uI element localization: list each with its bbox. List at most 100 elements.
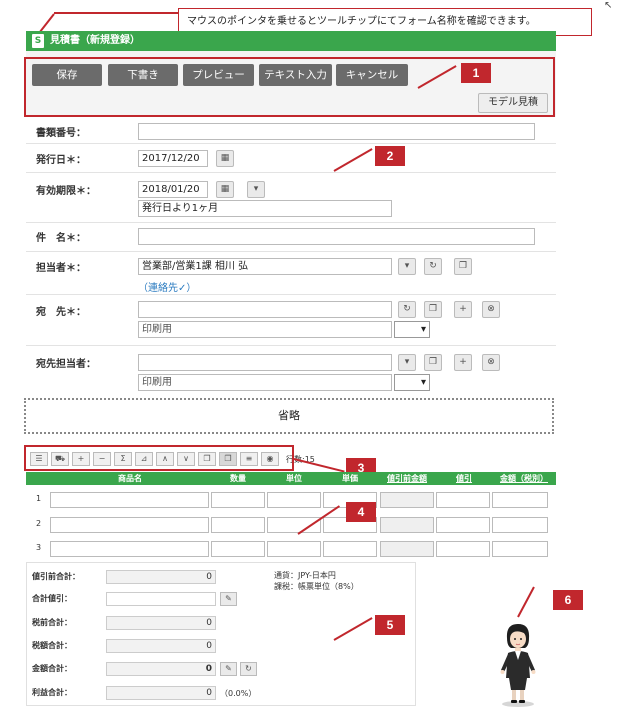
to-print-input[interactable]: 印刷用 <box>138 321 392 338</box>
discount-cell[interactable] <box>436 492 490 508</box>
omitted-label: 省略 <box>278 409 300 422</box>
expiry-note-input[interactable]: 発行日より1ヶ月 <box>138 200 392 217</box>
cursor-icon: ↖ <box>604 0 613 11</box>
window-title: 見積書（新規登録） <box>50 35 140 46</box>
marker-3-box <box>24 445 294 471</box>
omitted-section: 省略 <box>24 398 554 434</box>
subject-label: 件 名＊： <box>36 233 86 244</box>
amount-cell[interactable] <box>492 492 548 508</box>
unit-cell[interactable] <box>267 492 321 508</box>
row-divider <box>26 345 556 346</box>
unit-cell[interactable] <box>267 541 321 557</box>
pre-discount-cell <box>380 541 434 557</box>
qty-cell[interactable] <box>211 517 265 533</box>
row-divider <box>26 143 556 144</box>
product-cell[interactable] <box>50 492 209 508</box>
price-cell[interactable] <box>323 541 377 557</box>
to-honorific-select[interactable] <box>394 321 430 338</box>
items-header: 商品名 数量 単位 単価 値引前金額 値引 金額（税別） <box>26 472 556 485</box>
product-cell[interactable] <box>50 517 209 533</box>
row-divider <box>26 251 556 252</box>
to-person-print-input[interactable]: 印刷用 <box>138 374 392 391</box>
to-input[interactable] <box>138 301 392 318</box>
contact-link[interactable]: （連絡先✓） <box>138 279 196 294</box>
refresh-icon[interactable]: ↻ <box>398 301 416 318</box>
window-title-bar: S 見積書（新規登録） <box>26 31 556 51</box>
to-person-input[interactable] <box>138 354 392 371</box>
row-divider <box>26 172 556 173</box>
profit-percent: （0.0%） <box>220 689 257 698</box>
qty-cell[interactable] <box>211 492 265 508</box>
amount-cell[interactable] <box>492 541 548 557</box>
pre-discount-total-label: 値引前合計： <box>32 572 80 581</box>
row-number: 3 <box>36 543 42 552</box>
col-unit: 単位 <box>286 474 302 483</box>
plus-icon[interactable]: + <box>454 301 472 318</box>
subject-input[interactable] <box>138 228 535 245</box>
tax-total-label: 税額合計： <box>32 641 72 650</box>
callout-pointer-line <box>54 12 178 14</box>
qty-cell[interactable] <box>211 541 265 557</box>
marker-3-line <box>293 458 345 473</box>
col-amount: 金額（税別） <box>500 474 548 483</box>
expiry-label: 有効期限＊： <box>36 186 96 197</box>
copy-icon[interactable]: ❐ <box>424 354 442 371</box>
col-product: 商品名 <box>118 474 142 483</box>
discount-cell[interactable] <box>436 541 490 557</box>
discount-total-label: 合計値引： <box>32 594 72 603</box>
calendar-icon[interactable]: ▦ <box>216 150 234 167</box>
callout-text: マウスのポインタを乗せるとツールチップにてフォーム名称を確認できます。 <box>187 16 536 27</box>
amount-total: 0 <box>106 662 216 676</box>
issue-date-label: 発行日＊： <box>36 155 86 166</box>
marker-5: 5 <box>375 615 405 635</box>
copy-icon[interactable]: ❐ <box>454 258 472 275</box>
amount-cell[interactable] <box>492 517 548 533</box>
tax-note: 課税：帳票単位（8%） <box>274 582 359 591</box>
owner-label: 担当者＊： <box>36 263 86 274</box>
col-discount: 値引 <box>456 474 472 483</box>
col-price: 単価 <box>342 474 358 483</box>
product-cell[interactable] <box>50 541 209 557</box>
marker-6: 6 <box>553 590 583 610</box>
clear-icon[interactable]: ⊗ <box>482 301 500 318</box>
marker-1: 1 <box>461 63 491 83</box>
to-person-label: 宛先担当者： <box>36 359 96 370</box>
chevron-down-icon[interactable]: ▾ <box>398 258 416 275</box>
currency-note: 通貨：JPY-日本円 <box>274 571 336 580</box>
profit-total: 0 <box>106 686 216 700</box>
plus-icon[interactable]: + <box>454 354 472 371</box>
chevron-down-icon[interactable]: ▾ <box>247 181 265 198</box>
col-qty: 数量 <box>230 474 246 483</box>
pretax-total: 0 <box>106 616 216 630</box>
doc-number-label: 書類番号： <box>36 128 86 139</box>
assistant-character-icon[interactable] <box>494 620 542 708</box>
app-logo-icon: S <box>32 34 44 48</box>
pre-discount-cell <box>380 517 434 533</box>
to-person-print-placeholder: 印刷用 <box>142 377 172 388</box>
edit-icon[interactable]: ✎ <box>220 592 237 606</box>
tax-total: 0 <box>106 639 216 653</box>
to-label: 宛 先＊： <box>36 307 86 318</box>
row-number: 1 <box>36 494 42 503</box>
pretax-total-label: 税前合計： <box>32 618 72 627</box>
refresh-icon[interactable]: ↻ <box>240 662 257 676</box>
pre-discount-total: 0 <box>106 570 216 584</box>
issue-date-input[interactable]: 2017/12/20 <box>138 150 208 167</box>
refresh-icon[interactable]: ↻ <box>424 258 442 275</box>
marker-6-line <box>517 586 535 618</box>
chevron-down-icon[interactable]: ▾ <box>398 354 416 371</box>
discount-cell[interactable] <box>436 517 490 533</box>
pre-discount-cell <box>380 492 434 508</box>
marker-2: 2 <box>375 146 405 166</box>
discount-total-input[interactable] <box>106 592 216 606</box>
calendar-icon[interactable]: ▦ <box>216 181 234 198</box>
marker-4: 4 <box>346 502 376 522</box>
edit-icon[interactable]: ✎ <box>220 662 237 676</box>
to-person-honorific-select[interactable] <box>394 374 430 391</box>
clear-icon[interactable]: ⊗ <box>482 354 500 371</box>
copy-icon[interactable]: ❐ <box>424 301 442 318</box>
owner-input[interactable]: 営業部/営業1課 相川 弘 <box>138 258 392 275</box>
row-number: 2 <box>36 519 42 528</box>
doc-number-input[interactable] <box>138 123 535 140</box>
expiry-date-input[interactable]: 2018/01/20 <box>138 181 208 198</box>
